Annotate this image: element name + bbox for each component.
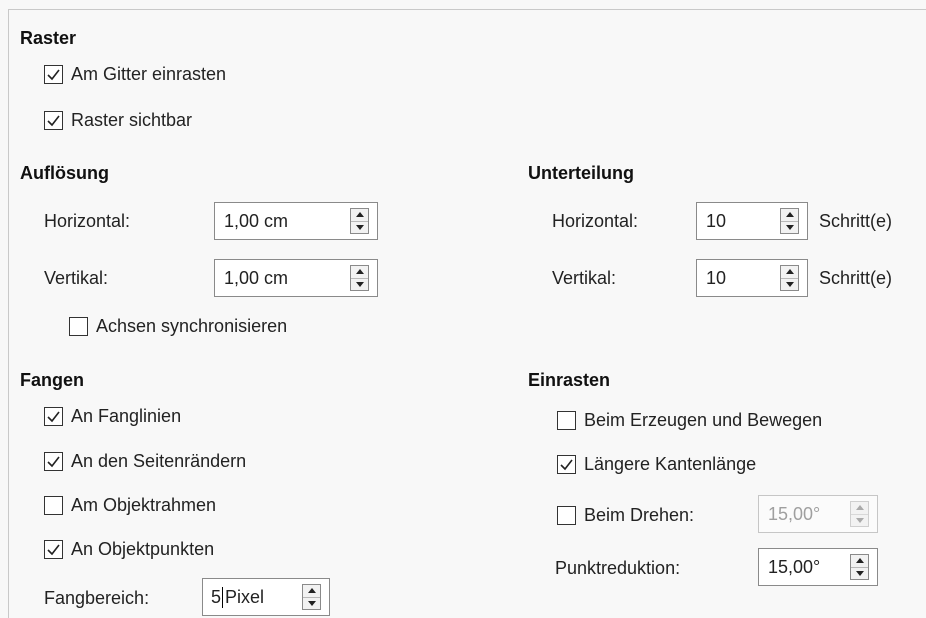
checkbox-checked-icon[interactable] xyxy=(44,539,63,559)
spin-buttons[interactable] xyxy=(350,265,369,291)
snap-range-spinbox[interactable]: 5 Pixel xyxy=(202,578,330,616)
subdivision-vertical-unit: Schritt(e) xyxy=(819,268,893,288)
rotating-angle-value[interactable]: 15,00° xyxy=(759,503,850,525)
checkbox-unchecked-icon[interactable] xyxy=(557,410,576,430)
section-title-snap: Fangen xyxy=(20,370,85,390)
when-creating-label: Beim Erzeugen und Bewegen xyxy=(584,410,823,430)
snap-range-unit: Pixel xyxy=(225,586,265,607)
sync-axes-label: Achsen synchronisieren xyxy=(96,316,288,336)
resolution-horizontal-value[interactable]: 1,00 cm xyxy=(215,210,350,232)
snap-range-value[interactable]: 5 xyxy=(211,587,221,607)
checkbox-visible-grid[interactable]: Raster sichtbar xyxy=(44,108,192,132)
text-cursor xyxy=(222,587,224,609)
spin-up-icon[interactable] xyxy=(781,209,798,222)
spin-buttons[interactable] xyxy=(850,554,869,580)
resolution-vertical-spinbox[interactable]: 1,00 cm xyxy=(214,259,378,297)
checkbox-sync-axes[interactable]: Achsen synchronisieren xyxy=(69,314,287,338)
checkbox-page-margins[interactable]: An den Seitenrändern xyxy=(44,449,246,473)
checkbox-checked-icon[interactable] xyxy=(44,64,63,84)
checkbox-extend-edges[interactable]: Längere Kantenlänge xyxy=(557,452,756,476)
object-points-label: An Objektpunkten xyxy=(71,539,215,559)
resolution-horizontal-spinbox[interactable]: 1,00 cm xyxy=(214,202,378,240)
rotating-angle-spinbox[interactable]: 15,00° xyxy=(758,495,878,533)
point-reduction-spinbox[interactable]: 15,00° xyxy=(758,548,878,586)
checkbox-checked-icon[interactable] xyxy=(557,454,576,474)
extend-edges-label: Längere Kantenlänge xyxy=(584,454,757,474)
checkbox-checked-icon[interactable] xyxy=(44,110,63,130)
subdivision-vertical-label: Vertikal: xyxy=(552,268,617,288)
spin-up-icon[interactable] xyxy=(851,502,868,515)
spin-up-icon[interactable] xyxy=(303,585,320,598)
section-title-raster: Raster xyxy=(20,28,77,48)
checkbox-snap-to-grid[interactable]: Am Gitter einrasten xyxy=(44,62,226,86)
snap-to-grid-label: Am Gitter einrasten xyxy=(71,64,227,84)
spin-down-icon[interactable] xyxy=(781,279,798,291)
spin-down-icon[interactable] xyxy=(851,568,868,580)
checkbox-checked-icon[interactable] xyxy=(44,406,63,426)
page-margins-label: An den Seitenrändern xyxy=(71,451,247,471)
snap-range-field[interactable]: 5 Pixel xyxy=(203,586,302,609)
point-reduction-value[interactable]: 15,00° xyxy=(759,556,850,578)
resolution-vertical-value[interactable]: 1,00 cm xyxy=(215,267,350,289)
spin-buttons[interactable] xyxy=(780,265,799,291)
subdivision-horizontal-unit: Schritt(e) xyxy=(819,211,893,231)
spin-down-icon[interactable] xyxy=(851,515,868,527)
spin-buttons[interactable] xyxy=(302,584,321,610)
checkbox-unchecked-icon[interactable] xyxy=(44,495,63,515)
snap-range-label: Fangbereich: xyxy=(44,588,150,608)
spin-down-icon[interactable] xyxy=(351,222,368,234)
subdivision-vertical-value[interactable]: 10 xyxy=(697,267,780,289)
subdivision-horizontal-spinbox[interactable]: 10 xyxy=(696,202,808,240)
spin-down-icon[interactable] xyxy=(351,279,368,291)
section-title-resolution: Auflösung xyxy=(20,163,109,183)
checkbox-unchecked-icon[interactable] xyxy=(557,505,576,525)
spin-buttons[interactable] xyxy=(780,208,799,234)
resolution-vertical-label: Vertikal: xyxy=(44,268,109,288)
frame-top-border xyxy=(8,9,926,10)
checkbox-snap-lines[interactable]: An Fanglinien xyxy=(44,404,181,428)
object-frame-label: Am Objektrahmen xyxy=(71,495,217,515)
checkbox-when-creating[interactable]: Beim Erzeugen und Bewegen xyxy=(557,408,822,432)
spin-buttons[interactable] xyxy=(850,501,869,527)
resolution-horizontal-label: Horizontal: xyxy=(44,211,131,231)
checkbox-unchecked-icon[interactable] xyxy=(69,316,88,336)
spin-down-icon[interactable] xyxy=(781,222,798,234)
spin-up-icon[interactable] xyxy=(351,209,368,222)
snap-lines-label: An Fanglinien xyxy=(71,406,182,426)
spin-up-icon[interactable] xyxy=(851,555,868,568)
subdivision-horizontal-label: Horizontal: xyxy=(552,211,639,231)
visible-grid-label: Raster sichtbar xyxy=(71,110,193,130)
subdivision-horizontal-value[interactable]: 10 xyxy=(697,210,780,232)
checkbox-when-rotating[interactable]: Beim Drehen: xyxy=(557,503,694,527)
frame-left-border xyxy=(8,9,9,618)
spin-up-icon[interactable] xyxy=(351,266,368,279)
subdivision-vertical-spinbox[interactable]: 10 xyxy=(696,259,808,297)
when-rotating-label: Beim Drehen: xyxy=(584,505,695,525)
point-reduction-label: Punktreduktion: xyxy=(555,558,681,578)
checkbox-checked-icon[interactable] xyxy=(44,451,63,471)
spin-down-icon[interactable] xyxy=(303,598,320,610)
spin-up-icon[interactable] xyxy=(781,266,798,279)
section-title-constrain: Einrasten xyxy=(528,370,611,390)
section-title-subdivision: Unterteilung xyxy=(528,163,634,183)
checkbox-object-frame[interactable]: Am Objektrahmen xyxy=(44,493,216,517)
checkbox-object-points[interactable]: An Objektpunkten xyxy=(44,537,214,561)
spin-buttons[interactable] xyxy=(350,208,369,234)
